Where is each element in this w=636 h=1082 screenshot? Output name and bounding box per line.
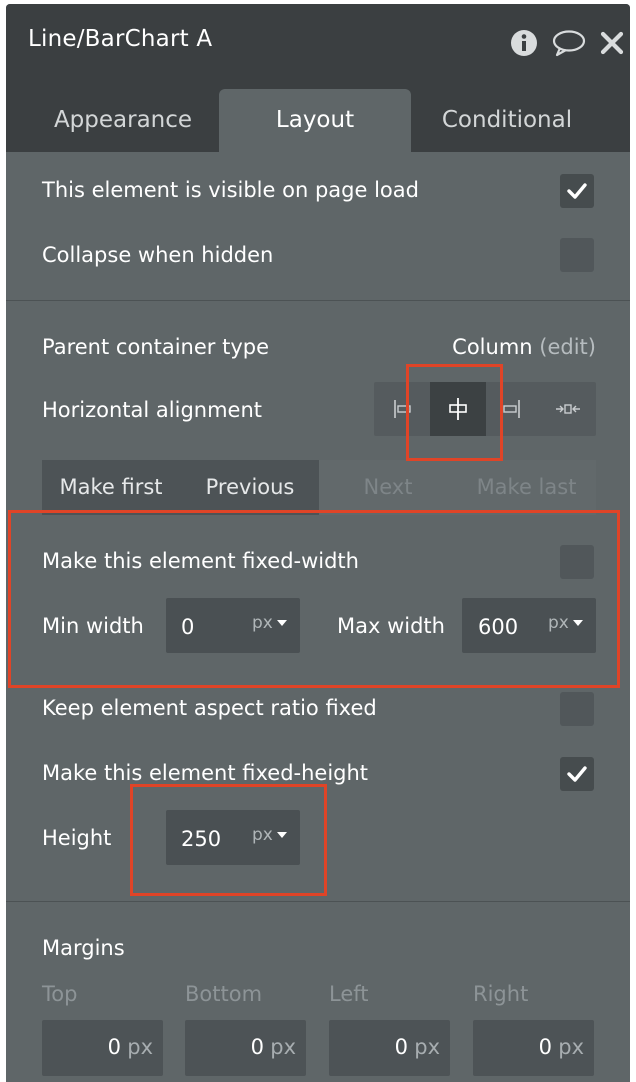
- margins-heading: Margins: [42, 936, 125, 960]
- previous-button[interactable]: Previous: [181, 460, 319, 515]
- margin-left-unit: px: [414, 1035, 440, 1059]
- margin-top-value: 0: [107, 1035, 121, 1059]
- collapse-hidden-checkbox[interactable]: [560, 238, 594, 272]
- height-label: Height: [42, 826, 112, 850]
- margin-left-value: 0: [394, 1035, 408, 1059]
- element-order-controls: Make first Previous Next Make last: [42, 460, 596, 515]
- margin-left-input[interactable]: 0 px: [329, 1020, 450, 1076]
- annotation-highlight-width: [8, 510, 620, 688]
- checkmark-icon: [567, 183, 587, 199]
- checkmark-icon: [567, 766, 587, 782]
- background-canvas-edge: [0, 307, 6, 325]
- margin-right-label: Right: [473, 982, 529, 1006]
- container-type-value: Column: [452, 335, 533, 359]
- fixed-height-label: Make this element fixed-height: [42, 761, 369, 785]
- horizontal-alignment-label: Horizontal alignment: [42, 398, 262, 422]
- tab-conditional[interactable]: Conditional: [411, 89, 603, 152]
- margin-right-value: 0: [538, 1035, 552, 1059]
- margin-bottom-label: Bottom: [185, 982, 263, 1006]
- margin-top-label: Top: [42, 982, 78, 1006]
- align-stretch-button[interactable]: [540, 382, 596, 436]
- tab-appearance[interactable]: Appearance: [30, 89, 216, 152]
- tab-bar: Appearance Layout Conditional: [6, 76, 630, 152]
- header-actions: [496, 26, 624, 60]
- visible-on-load-label: This element is visible on page load: [42, 178, 419, 202]
- edit-container-link[interactable]: (edit): [539, 335, 596, 359]
- title-bar: Line/BarChart A: [6, 4, 630, 76]
- make-last-button[interactable]: Make last: [457, 460, 596, 515]
- make-first-button[interactable]: Make first: [42, 460, 180, 515]
- align-right-icon: [503, 400, 520, 418]
- parent-container-type-label: Parent container type: [42, 335, 269, 359]
- margin-bottom-unit: px: [270, 1035, 296, 1059]
- margin-top-input[interactable]: 0 px: [42, 1020, 163, 1076]
- comment-icon[interactable]: [552, 29, 586, 57]
- aspect-ratio-checkbox[interactable]: [560, 692, 594, 726]
- visible-on-load-checkbox[interactable]: [560, 174, 594, 208]
- margin-bottom-value: 0: [250, 1035, 264, 1059]
- annotation-highlight-alignment: [406, 364, 503, 461]
- align-stretch-icon: [556, 404, 580, 414]
- order-enabled-group: Make first Previous: [42, 460, 319, 515]
- collapse-hidden-label: Collapse when hidden: [42, 243, 274, 267]
- margin-top-unit: px: [127, 1035, 153, 1059]
- aspect-ratio-label: Keep element aspect ratio fixed: [42, 696, 377, 720]
- section-divider: [6, 901, 630, 902]
- tab-layout[interactable]: Layout: [219, 89, 411, 152]
- close-icon[interactable]: [600, 31, 624, 55]
- info-icon[interactable]: [510, 29, 538, 57]
- fixed-height-checkbox[interactable]: [560, 757, 594, 791]
- margin-left-label: Left: [329, 982, 369, 1006]
- section-divider: [6, 300, 630, 301]
- next-button[interactable]: Next: [319, 460, 457, 515]
- parent-container-type-value: Column (edit): [452, 335, 596, 359]
- annotation-highlight-height: [130, 784, 327, 896]
- margin-right-unit: px: [558, 1035, 584, 1059]
- margin-bottom-input[interactable]: 0 px: [185, 1020, 306, 1076]
- margin-right-input[interactable]: 0 px: [473, 1020, 594, 1076]
- element-title: Line/BarChart A: [28, 26, 213, 52]
